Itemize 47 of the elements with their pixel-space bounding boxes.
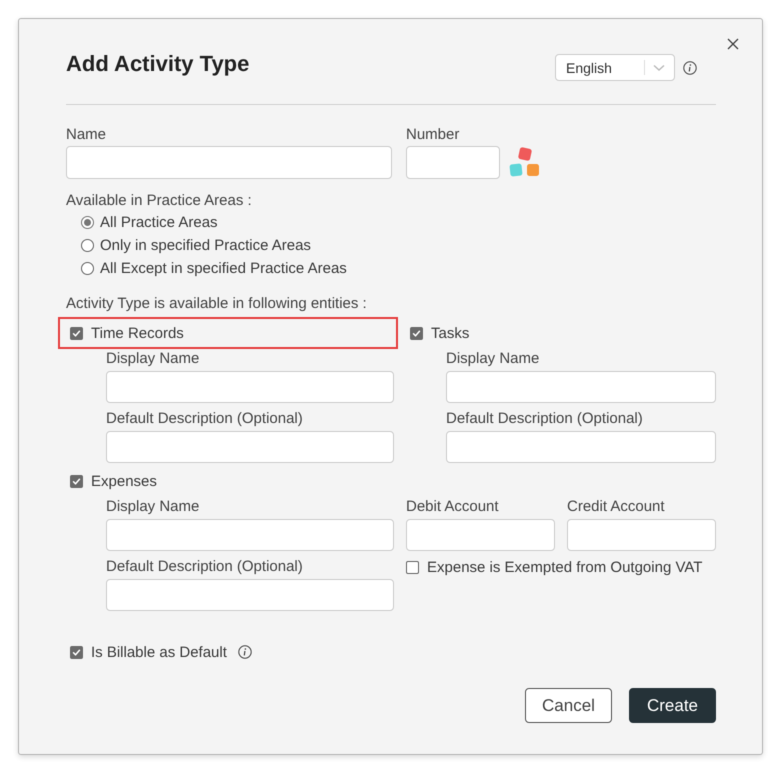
- text-input[interactable]: [106, 371, 394, 403]
- checkbox[interactable]: [70, 646, 83, 658]
- create-button[interactable]: Create: [629, 688, 716, 723]
- checkbox-label: Time Records: [91, 324, 184, 342]
- radio-label: Only in specified Practice Areas: [100, 237, 311, 254]
- cancel-button[interactable]: Cancel: [525, 688, 612, 723]
- field-label: Default Description (Optional): [106, 557, 303, 577]
- checkbox[interactable]: [406, 560, 419, 574]
- field-label: Name: [66, 125, 106, 145]
- field-label: Default Description (Optional): [106, 409, 303, 429]
- field-label: Display Name: [106, 497, 200, 517]
- text-input[interactable]: [106, 579, 394, 611]
- field-label: Number: [406, 125, 460, 145]
- field-label: Display Name: [106, 349, 200, 369]
- text-input[interactable]: [106, 519, 394, 551]
- field-label: Debit Account: [406, 497, 499, 517]
- field-label: Display Name: [446, 349, 540, 369]
- dialog-title: Add Activity Type: [66, 50, 250, 78]
- checkbox[interactable]: [70, 326, 83, 340]
- radio-button[interactable]: [81, 239, 94, 252]
- radio-button[interactable]: [81, 262, 94, 275]
- number-input[interactable]: [406, 146, 500, 179]
- checkbox-label: Tasks: [431, 324, 470, 342]
- number-blocks-icon[interactable]: [509, 146, 541, 178]
- close-icon[interactable]: [727, 38, 739, 50]
- text-input[interactable]: [567, 519, 716, 551]
- checkbox-label: Expenses: [91, 472, 157, 490]
- text-input[interactable]: [106, 431, 394, 463]
- checkbox-label: Is Billable as Default: [91, 644, 227, 660]
- field-label: Credit Account: [567, 497, 665, 517]
- text-input[interactable]: [446, 431, 716, 463]
- info-icon[interactable]: [683, 60, 697, 74]
- section-label: Activity Type is available in following entities :: [66, 294, 367, 314]
- checkbox[interactable]: [410, 326, 423, 340]
- language-select[interactable]: English: [555, 54, 675, 81]
- checkbox-label: Expense is Exempted from Outgoing VAT: [427, 558, 702, 576]
- text-input[interactable]: [66, 146, 392, 179]
- radio-label: All Practice Areas: [100, 214, 218, 231]
- info-icon[interactable]: [238, 645, 252, 659]
- radio-label: All Except in specified Practice Areas: [100, 260, 347, 277]
- chevron-down-icon: [653, 64, 665, 72]
- text-input[interactable]: [406, 519, 555, 551]
- section-label: Available in Practice Areas :: [66, 191, 252, 211]
- radio-button[interactable]: [81, 216, 94, 229]
- text-input[interactable]: [446, 371, 716, 403]
- field-label: Default Description (Optional): [446, 409, 643, 429]
- checkbox[interactable]: [70, 474, 83, 488]
